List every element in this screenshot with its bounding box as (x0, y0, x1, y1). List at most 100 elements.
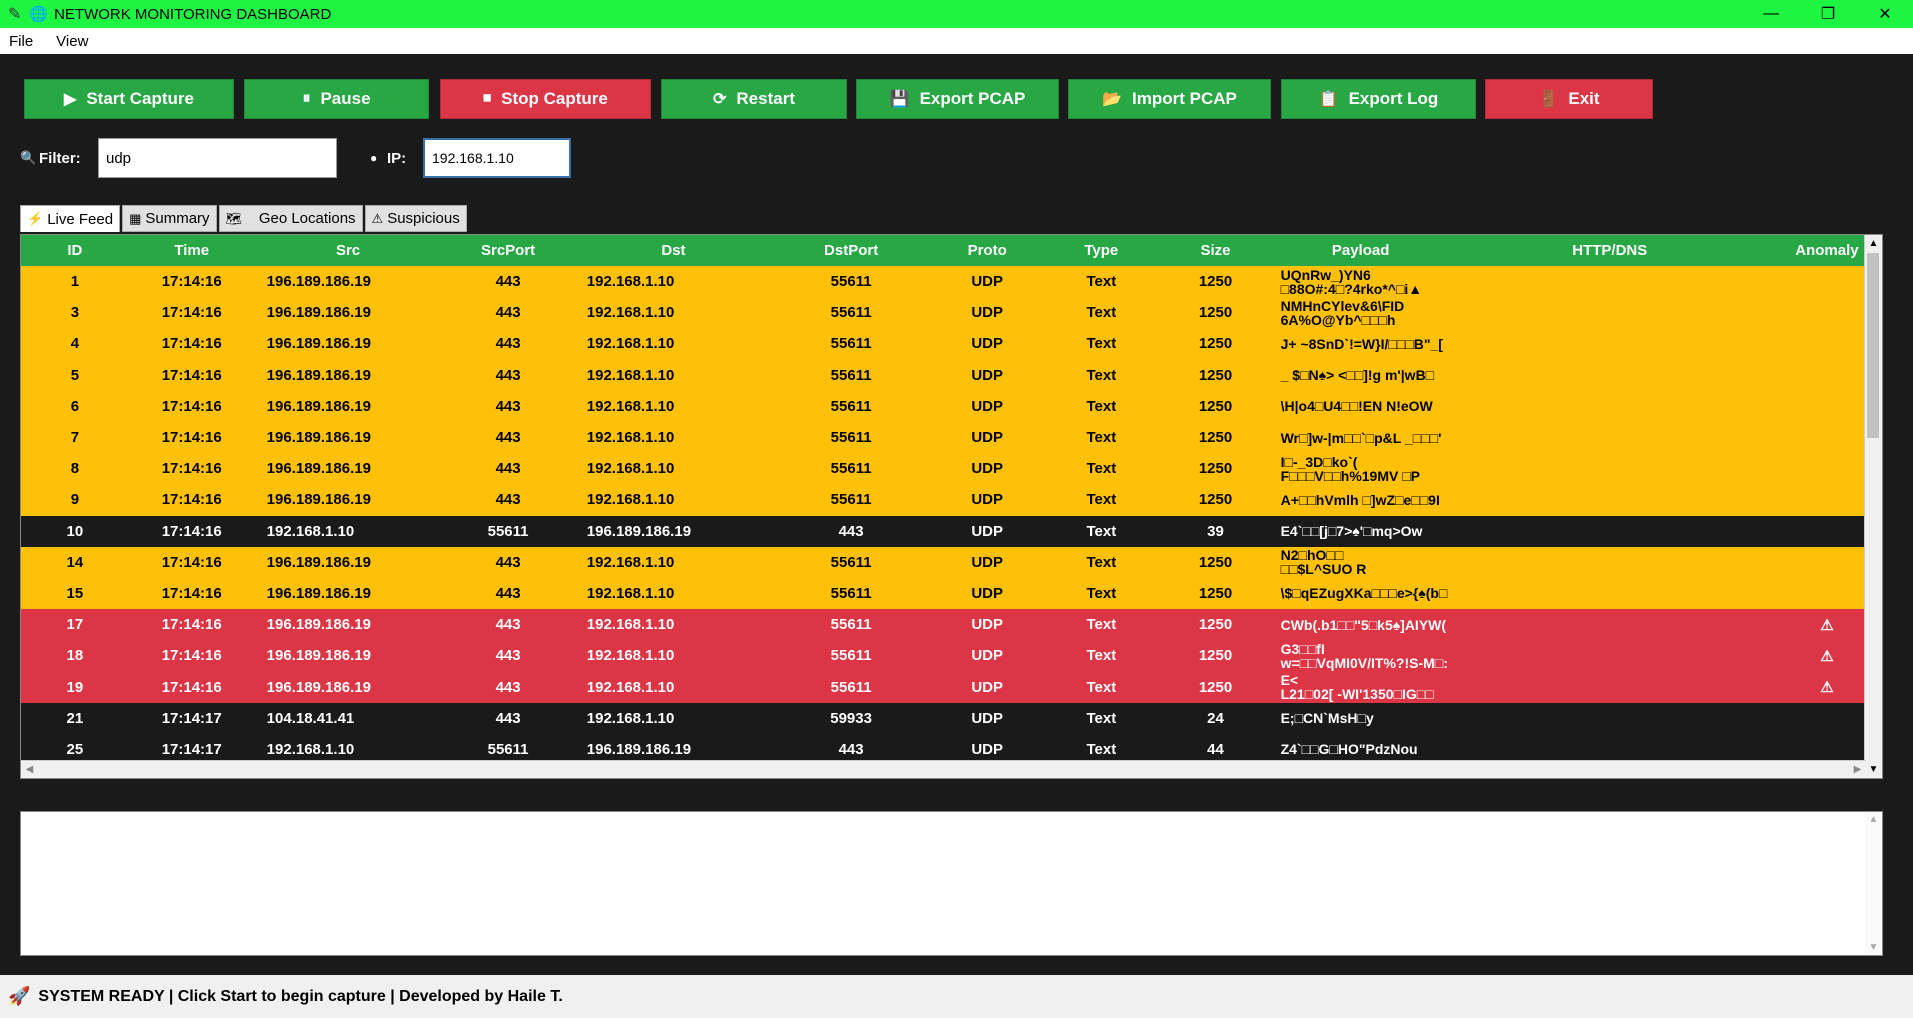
scrollbar-thumb[interactable] (1867, 253, 1879, 438)
table-row[interactable]: 19 17:14:16 196.189.186.19 443 192.168.1.10 5… (21, 671, 1882, 703)
cell-srcport: 443 (441, 297, 575, 329)
column-header-time[interactable]: Time (128, 235, 255, 266)
table-row[interactable]: 3 17:14:16 196.189.186.19 443 192.168.1.10 55… (21, 297, 1882, 329)
table-row[interactable]: 7 17:14:16 196.189.186.19 443 192.168.1.10 55… (21, 421, 1882, 454)
minimize-button[interactable]: — (1743, 0, 1799, 28)
cell-dstport: 55611 (772, 421, 931, 454)
cell-type: Text (1044, 359, 1159, 391)
cell-proto: UDP (930, 671, 1045, 703)
import-pcap-button[interactable]: 📂 Import PCAP (1068, 79, 1271, 119)
column-header-dstport[interactable]: DstPort (772, 235, 931, 266)
cell-time: 17:14:16 (128, 515, 255, 547)
filter-input[interactable] (98, 138, 337, 178)
menu-file[interactable]: File (9, 33, 33, 50)
table-row[interactable]: 10 17:14:16 192.168.1.10 55611 196.189.186.1… (21, 515, 1882, 547)
status-bar: 🚀 SYSTEM READY | Click Start to begin ca… (0, 975, 1913, 1018)
cell-http (1448, 609, 1771, 641)
column-header-size[interactable]: Size (1158, 235, 1273, 266)
cell-id: 8 (21, 453, 129, 485)
packet-table: ID Time Src SrcPort Dst DstPort Proto Type Size P… (21, 235, 1882, 778)
table-row[interactable]: 17 17:14:16 196.189.186.19 443 192.168.1.10 5… (21, 609, 1882, 641)
cell-proto: UDP (930, 484, 1045, 516)
log-scrollbar[interactable]: ▲ ▼ (1865, 812, 1882, 955)
button-label: Pause (320, 89, 371, 108)
cell-id: 4 (21, 328, 129, 360)
table-row[interactable]: 8 17:14:16 196.189.186.19 443 192.168.1.10 55… (21, 453, 1882, 485)
column-header-payload[interactable]: Payload (1272, 235, 1449, 266)
cell-type: Text (1044, 328, 1159, 360)
cell-dstport: 55611 (772, 577, 931, 610)
scroll-left-icon[interactable]: ◀ (21, 761, 38, 778)
cell-size: 1250 (1158, 609, 1273, 641)
tab-suspicious[interactable]: ⚠ Suspicious (364, 205, 467, 232)
exit-button[interactable]: 🚪 Exit (1485, 79, 1653, 119)
close-button[interactable]: ✕ (1857, 0, 1913, 28)
log-output[interactable]: ▲ ▼ (20, 811, 1883, 956)
tab-label: Suspicious (387, 210, 460, 227)
column-header-proto[interactable]: Proto (930, 235, 1045, 266)
cell-time: 17:14:16 (128, 390, 255, 422)
pause-button[interactable]: ⏸ Pause (244, 79, 429, 119)
column-header-src[interactable]: Src (254, 235, 442, 266)
button-label: Import PCAP (1132, 89, 1237, 108)
cell-payload: N2□hO□□ □□$L^SUO R (1272, 546, 1449, 578)
tab-geo-locations[interactable]: 🗺 Geo Locations (218, 205, 363, 232)
table-row[interactable]: 4 17:14:16 196.189.186.19 443 192.168.1.10 55… (21, 328, 1882, 360)
cell-dstport: 55611 (772, 484, 931, 516)
cell-http (1448, 702, 1771, 734)
maximize-button[interactable]: ❐ (1800, 0, 1856, 28)
tab-summary[interactable]: ▦ Summary (122, 205, 217, 232)
cell-dstport: 55611 (772, 546, 931, 578)
cell-dst: 192.168.1.10 (574, 702, 773, 734)
export-pcap-button[interactable]: 💾 Export PCAP (856, 79, 1059, 119)
table-row[interactable]: 1 17:14:16 196.189.186.19 443 192.168.1.10 55… (21, 266, 1882, 298)
cell-time: 17:14:16 (128, 671, 255, 703)
cell-http (1448, 577, 1771, 610)
cell-http (1448, 421, 1771, 454)
start-capture-button[interactable]: ▶ Start Capture (24, 79, 234, 119)
export-log-icon: 📋 (1318, 91, 1339, 108)
cell-srcport: 443 (441, 609, 575, 641)
vertical-scrollbar[interactable]: ▲ ▼ (1864, 235, 1882, 778)
table-row[interactable]: 21 17:14:17 104.18.41.41 443 192.168.1.10 599… (21, 702, 1882, 734)
restart-button[interactable]: ⟳ Restart (661, 79, 847, 119)
tab-live-feed[interactable]: ⚡ Live Feed (20, 205, 121, 232)
cell-srcport: 443 (441, 577, 575, 610)
column-header-type[interactable]: Type (1044, 235, 1159, 266)
cell-dst: 192.168.1.10 (574, 546, 773, 578)
cell-dstport: 59933 (772, 702, 931, 734)
ip-input[interactable] (423, 138, 571, 178)
column-header-dst[interactable]: Dst (574, 235, 773, 266)
cell-time: 17:14:16 (128, 266, 255, 298)
scroll-right-icon[interactable]: ▶ (1849, 761, 1866, 778)
column-header-http-dns[interactable]: HTTP/DNS (1448, 235, 1771, 266)
table-row[interactable]: 5 17:14:16 196.189.186.19 443 192.168.1.10 55… (21, 359, 1882, 391)
scroll-down-icon[interactable]: ▼ (1865, 942, 1882, 953)
table-row[interactable]: 15 17:14:16 196.189.186.19 443 192.168.1.10 5… (21, 577, 1882, 610)
cell-http (1448, 546, 1771, 578)
cell-time: 17:14:16 (128, 640, 255, 672)
cell-proto: UDP (930, 546, 1045, 578)
cell-srcport: 443 (441, 702, 575, 734)
table-row[interactable]: 6 17:14:16 196.189.186.19 443 192.168.1.10 55… (21, 390, 1882, 422)
cell-srcport: 443 (441, 640, 575, 672)
table-row[interactable]: 9 17:14:16 196.189.186.19 443 192.168.1.10 55… (21, 484, 1882, 516)
cell-payload: Wr□]w-|m□□`□p&L _□□□' (1272, 421, 1449, 454)
cell-http (1448, 266, 1771, 298)
cell-dstport: 55611 (772, 359, 931, 391)
column-header-id[interactable]: ID (21, 235, 129, 266)
cell-dstport: 55611 (772, 266, 931, 298)
scroll-down-icon[interactable]: ▼ (1865, 761, 1882, 778)
column-header-srcport[interactable]: SrcPort (441, 235, 575, 266)
cell-proto: UDP (930, 297, 1045, 329)
tab-label: Summary (145, 210, 210, 227)
export-log-button[interactable]: 📋 Export Log (1281, 79, 1476, 119)
menu-view[interactable]: View (56, 33, 88, 50)
scroll-up-icon[interactable]: ▲ (1865, 235, 1882, 252)
table-row[interactable]: 18 17:14:16 196.189.186.19 443 192.168.1.10 5… (21, 640, 1882, 672)
table-row[interactable]: 14 17:14:16 196.189.186.19 443 192.168.1.10 5… (21, 546, 1882, 578)
stop-capture-button[interactable]: ⏹ Stop Capture (440, 79, 651, 119)
horizontal-scrollbar[interactable]: ◀ ▶ (21, 760, 1866, 778)
scroll-up-icon[interactable]: ▲ (1865, 814, 1882, 825)
cell-type: Text (1044, 702, 1159, 734)
